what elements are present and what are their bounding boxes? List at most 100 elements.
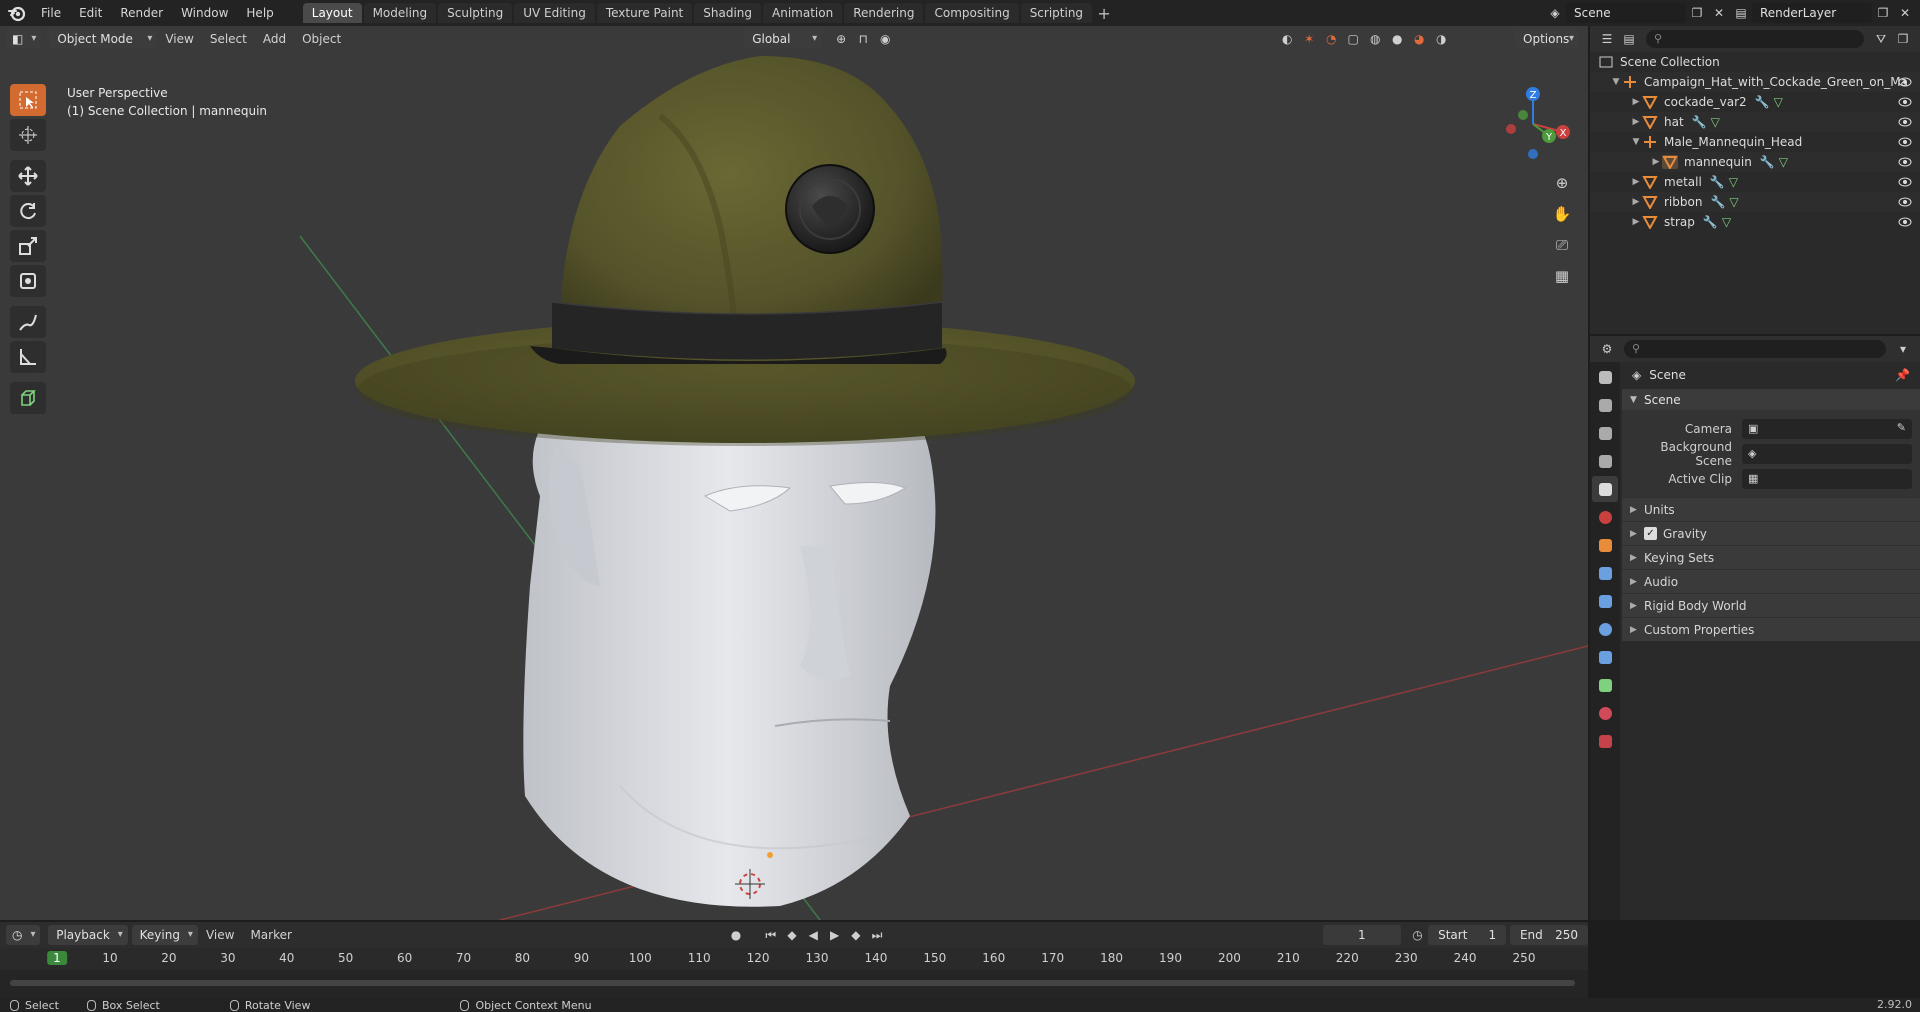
mannequin-mesh[interactable]: [523, 406, 936, 907]
tab-view-layer[interactable]: [1592, 448, 1618, 474]
expand-arrow-icon[interactable]: ▼: [1630, 137, 1642, 147]
tab-material[interactable]: [1592, 700, 1618, 726]
properties-search-input[interactable]: ⚲: [1624, 340, 1886, 358]
custom-properties-panel-header[interactable]: ▶ Custom Properties: [1622, 617, 1920, 641]
proportional-edit-icon[interactable]: ◉: [874, 29, 896, 49]
tab-constraints[interactable]: [1592, 644, 1618, 670]
3d-viewport[interactable]: ◧ Object Mode View Select Add Object Glo…: [0, 26, 1588, 920]
eye-icon[interactable]: [1898, 175, 1912, 189]
timeline-view-menu[interactable]: View: [198, 922, 242, 948]
menu-select[interactable]: Select: [202, 26, 255, 52]
blender-logo-icon[interactable]: [6, 2, 28, 24]
outliner-row[interactable]: ▶ cockade_var2 🔧 ▽: [1590, 92, 1920, 112]
expand-arrow-icon[interactable]: ▶: [1630, 117, 1642, 127]
tab-animation[interactable]: Animation: [763, 3, 843, 23]
add-workspace-button[interactable]: +: [1094, 4, 1114, 23]
tab-scene[interactable]: [1592, 476, 1618, 502]
eye-icon[interactable]: [1898, 95, 1912, 109]
mesh-data-icon[interactable]: ▽: [1711, 115, 1720, 129]
select-box-tool[interactable]: [10, 84, 46, 116]
camera-view-icon[interactable]: ⎚: [1549, 232, 1575, 258]
mesh-data-icon[interactable]: ▽: [1779, 155, 1788, 169]
eye-icon[interactable]: [1898, 195, 1912, 209]
outliner-row[interactable]: ▶ ribbon 🔧 ▽: [1590, 192, 1920, 212]
timeline-editor-type-dropdown[interactable]: ◷: [6, 925, 41, 945]
tab-texture-paint[interactable]: Texture Paint: [596, 3, 693, 23]
new-collection-icon[interactable]: ❐: [1892, 29, 1914, 49]
outliner-editor-icon[interactable]: ☰: [1596, 29, 1618, 49]
properties-editor-icon[interactable]: ⚙: [1596, 339, 1618, 359]
expand-arrow-icon[interactable]: ▶: [1630, 217, 1642, 227]
tab-object[interactable]: [1592, 532, 1618, 558]
xray-icon[interactable]: ▢: [1342, 29, 1364, 49]
timeline-track[interactable]: [0, 970, 1588, 998]
audio-panel-header[interactable]: ▶ Audio: [1622, 569, 1920, 593]
object-mode-dropdown[interactable]: Object Mode: [49, 29, 158, 49]
modifier-wrench-icon[interactable]: 🔧: [1703, 215, 1718, 229]
tab-rendering[interactable]: Rendering: [844, 3, 924, 23]
current-frame-field[interactable]: 1: [1322, 925, 1401, 945]
overlay-icon[interactable]: ◔: [1320, 29, 1342, 49]
measure-tool[interactable]: [10, 341, 46, 373]
keying-dropdown[interactable]: Keying: [131, 925, 198, 945]
editor-type-dropdown[interactable]: ◧: [6, 29, 42, 49]
menu-object[interactable]: Object: [294, 26, 349, 52]
mesh-data-icon[interactable]: ▽: [1774, 95, 1783, 109]
units-panel-header[interactable]: ▶ Units: [1622, 497, 1920, 521]
rigid-body-world-panel-header[interactable]: ▶ Rigid Body World: [1622, 593, 1920, 617]
outliner-row-scene-collection[interactable]: Scene Collection: [1590, 52, 1920, 72]
new-scene-icon[interactable]: ❐: [1686, 3, 1708, 23]
cursor-tool[interactable]: [10, 119, 46, 151]
rotate-tool[interactable]: [10, 195, 46, 227]
expand-arrow-icon[interactable]: ▶: [1630, 197, 1642, 207]
timeline-ruler[interactable]: 1 10 20 30 40 50 60 70 80 90 100 110 120 130 140 150 160…: [0, 948, 1588, 970]
menu-window[interactable]: Window: [172, 0, 237, 26]
snap-icon[interactable]: ⊓: [852, 29, 874, 49]
timeline-scrollbar[interactable]: [10, 980, 1575, 986]
new-view-layer-icon[interactable]: ❐: [1872, 3, 1894, 23]
eye-icon[interactable]: [1898, 155, 1912, 169]
modifier-wrench-icon[interactable]: 🔧: [1760, 155, 1775, 169]
transform-tool[interactable]: [10, 265, 46, 297]
scene-panel-header[interactable]: ▼ Scene: [1622, 388, 1920, 410]
mesh-data-icon[interactable]: ▽: [1729, 175, 1738, 189]
record-icon[interactable]: ●: [725, 925, 746, 945]
tab-physics[interactable]: [1592, 616, 1618, 642]
tab-sculpting[interactable]: Sculpting: [438, 3, 513, 23]
expand-arrow-icon[interactable]: ▼: [1610, 77, 1622, 87]
expand-arrow-icon[interactable]: ▶: [1630, 97, 1642, 107]
rendered-shading-icon[interactable]: ◑: [1430, 29, 1452, 49]
play-icon[interactable]: ▶: [824, 925, 845, 945]
play-reverse-icon[interactable]: ◀: [803, 925, 824, 945]
menu-render[interactable]: Render: [111, 0, 172, 26]
pivot-point-icon[interactable]: ⊕: [830, 29, 852, 49]
end-frame-field[interactable]: End 250: [1509, 925, 1588, 945]
menu-help[interactable]: Help: [237, 0, 282, 26]
eye-icon[interactable]: [1898, 135, 1912, 149]
annotate-tool[interactable]: [10, 306, 46, 338]
tab-modifiers[interactable]: [1592, 560, 1618, 586]
modifier-wrench-icon[interactable]: 🔧: [1710, 175, 1725, 189]
view-layer-field[interactable]: RenderLayer: [1752, 3, 1872, 23]
transform-orientation-dropdown[interactable]: Global: [744, 29, 823, 49]
tab-compositing[interactable]: Compositing: [925, 3, 1019, 23]
expand-arrow-icon[interactable]: ▶: [1650, 157, 1662, 167]
navigation-gizmo[interactable]: Z X Y: [1493, 82, 1573, 162]
wireframe-shading-icon[interactable]: ◍: [1364, 29, 1386, 49]
clock-icon[interactable]: ◷: [1407, 925, 1428, 945]
tab-texture[interactable]: [1592, 728, 1618, 754]
tab-layout[interactable]: Layout: [302, 3, 362, 23]
tab-uv-editing[interactable]: UV Editing: [514, 3, 595, 23]
tab-tool[interactable]: [1592, 364, 1618, 390]
start-frame-field[interactable]: Start 1: [1428, 925, 1507, 945]
modifier-wrench-icon[interactable]: 🔧: [1692, 115, 1707, 129]
visibility-icon[interactable]: ◐: [1276, 29, 1298, 49]
outliner-row[interactable]: ▶ metall 🔧 ▽: [1590, 172, 1920, 192]
scene-selector-icon[interactable]: ◈: [1544, 3, 1566, 23]
expand-arrow-icon[interactable]: ▶: [1630, 177, 1642, 187]
pan-hand-icon[interactable]: ✋: [1549, 201, 1575, 227]
menu-edit[interactable]: Edit: [70, 0, 111, 26]
tab-shading[interactable]: Shading: [694, 3, 761, 23]
ortho-grid-icon[interactable]: ▦: [1549, 263, 1575, 289]
tab-scripting[interactable]: Scripting: [1020, 3, 1093, 23]
